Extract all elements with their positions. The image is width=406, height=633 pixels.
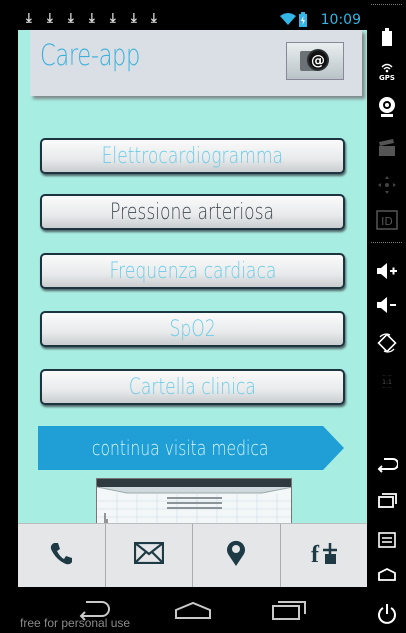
download-icon: ⤓ [151,11,157,26]
download-icon: ⤓ [47,11,53,26]
watermark-text: free for personal use [20,616,131,630]
volume-up-icon[interactable] [367,258,406,284]
volume-down-icon[interactable] [367,292,406,318]
battery-icon[interactable] [367,26,406,48]
svg-text:f: f [311,542,320,566]
gps-icon[interactable]: GPS [367,58,406,82]
facebook-share-icon: f [309,540,339,571]
medical-record-button-label: Cartella clinica [129,374,256,400]
divider [371,242,402,243]
emulator-sidebar: GPS ID ·· ·· 1:1 ·· ·· [367,0,406,633]
power-icon[interactable] [367,600,406,628]
wifi-icon [280,13,296,31]
tab-mail[interactable] [106,524,193,587]
phone-icon [48,540,74,571]
phone-screen: ⤓ ⤓ ⤓ ⤓ ⤓ ⤓ ⤓ 10:09 Care-app @ Elettroca… [18,10,367,633]
spo2-button-label: SpO2 [169,316,216,342]
recent-apps-icon[interactable] [367,488,406,512]
home-icon[interactable] [367,562,406,586]
app-logo-icon: @ [286,42,344,80]
download-icon: ⤓ [110,11,116,26]
tab-location[interactable] [193,524,281,587]
system-navigation-bar: free for personal use [18,587,367,633]
id-icon[interactable]: ID [367,207,406,233]
download-icon: ⤓ [68,11,74,26]
svg-text:@: @ [311,53,325,69]
svg-text:GPS: GPS [379,74,395,81]
location-pin-icon [225,539,247,572]
status-time: 10:09 [320,12,361,28]
webcam-icon[interactable] [367,94,406,120]
continue-visit-button[interactable]: continua visita medica [38,426,344,470]
dpad-icon[interactable] [367,172,406,198]
ecg-preview-image [96,478,292,528]
download-icon: ⤓ [131,11,137,26]
app-title: Care-app [40,38,140,72]
continue-visit-label: continua visita medica [92,436,269,460]
blood-pressure-button-label: Pressione arteriosa [110,199,275,225]
svg-text:ID: ID [381,215,393,228]
mail-icon [133,541,164,569]
heart-rate-button[interactable]: Frequenza cardiaca [40,253,345,289]
divider [371,4,402,5]
status-bar: ⤓ ⤓ ⤓ ⤓ ⤓ ⤓ ⤓ 10:09 [18,10,367,30]
ecg-button[interactable]: Elettrocardiogramma [40,138,345,174]
svg-text:·· ··: ·· ·· [382,385,392,392]
app-header: Care-app @ [30,30,362,96]
battery-icon [299,12,307,32]
tab-call[interactable] [18,524,106,587]
spo2-button[interactable]: SpO2 [40,311,345,347]
menu-icon[interactable] [367,528,406,552]
download-icon: ⤓ [26,11,32,26]
back-icon[interactable] [367,452,406,478]
ecg-button-label: Elettrocardiogramma [101,143,284,169]
blood-pressure-button[interactable]: Pressione arteriosa [40,194,345,230]
download-icon: ⤓ [89,11,95,26]
nav-home-icon[interactable] [168,595,218,625]
clapperboard-icon[interactable] [367,136,406,160]
heart-rate-button-label: Frequenza cardiaca [109,258,276,284]
nav-recent-apps-icon[interactable] [264,595,314,625]
bottom-tab-bar: f [18,523,367,587]
tab-facebook-share[interactable]: f [281,524,368,587]
rotate-icon[interactable] [367,330,406,356]
medical-record-button[interactable]: Cartella clinica [40,369,345,405]
scale-icon[interactable]: ·· ·· 1:1 ·· ·· [367,368,406,394]
